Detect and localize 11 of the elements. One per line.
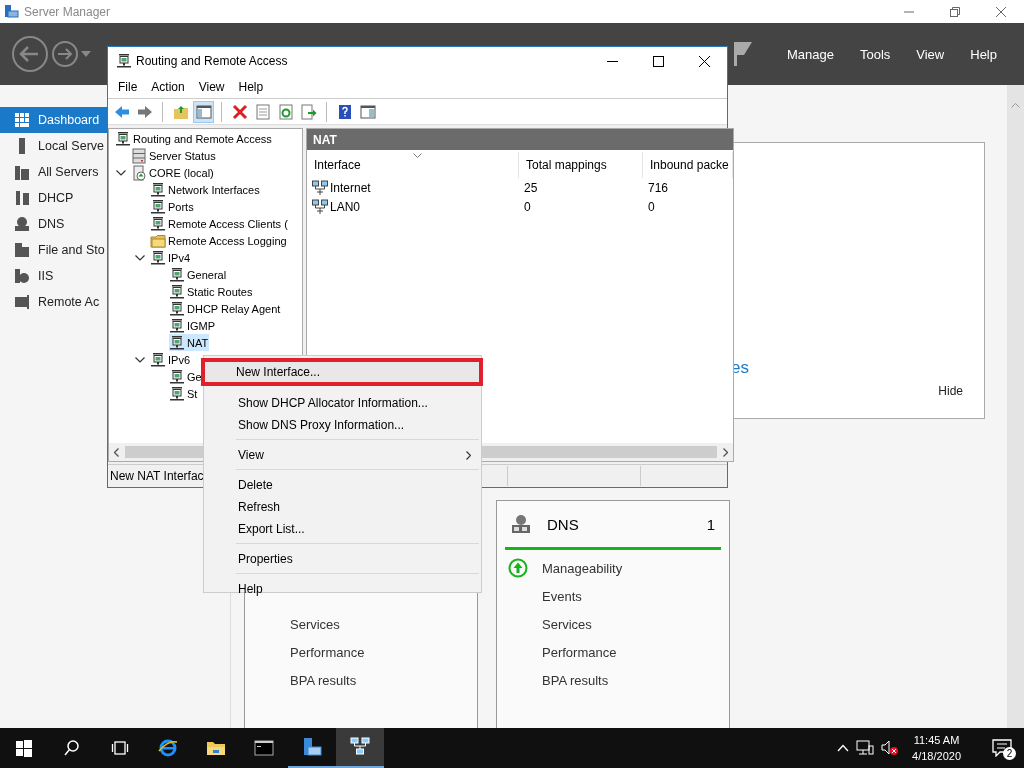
table-cell-text: 0 [523, 198, 532, 216]
window-title: Server Manager [24, 4, 112, 19]
table-cell-text: 0 [647, 198, 656, 216]
table-cell-text: 25 [523, 179, 539, 197]
tile-title: DNS [547, 515, 580, 533]
tile-count: 1 [706, 515, 715, 533]
table-cell-text: 716 [647, 179, 670, 197]
window-title: Routing and Remote Access [136, 54, 289, 68]
status-text: New NAT Interfac [109, 469, 205, 483]
pane-title: NAT [307, 129, 733, 152]
notification-count: 2 [1003, 747, 1016, 760]
